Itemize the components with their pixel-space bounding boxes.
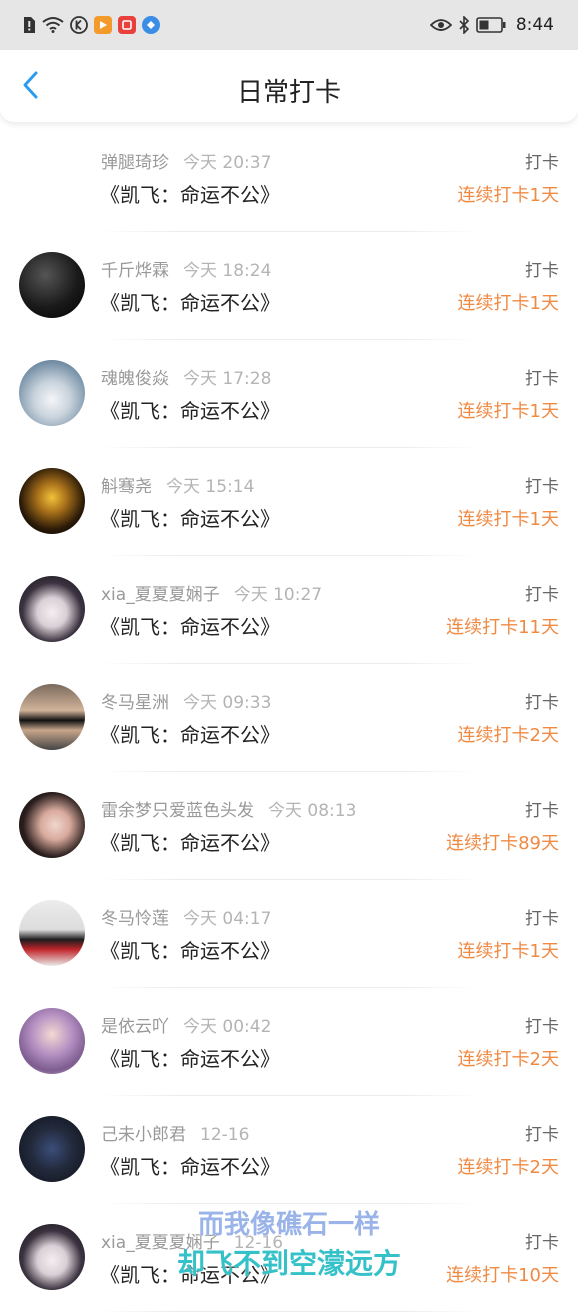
- user-meta: 弹腿琦珍 今天 20:37: [101, 148, 271, 173]
- battery-icon: [476, 17, 506, 33]
- book-title: 《凯飞：命运不公》: [100, 615, 280, 639]
- avatar[interactable]: [19, 1008, 85, 1074]
- status-right-icons: 8:44: [429, 15, 554, 35]
- checkin-label: 打卡: [525, 801, 559, 821]
- checkin-label: 打卡: [525, 1017, 559, 1037]
- checkin-time: 今天 08:13: [268, 801, 357, 821]
- list-item[interactable]: 弹腿琦珍 今天 20:37 《凯飞：命运不公》 打卡 连续打卡1天: [0, 124, 578, 232]
- avatar[interactable]: [19, 576, 85, 642]
- checkin-time: 今天 09:33: [183, 693, 272, 713]
- streak-count: 连续打卡2天: [457, 1049, 559, 1070]
- book-title: 《凯飞：命运不公》: [100, 1047, 280, 1071]
- avatar[interactable]: [19, 252, 85, 318]
- lyric-line-2: 却飞不到空濛远方: [176, 1247, 401, 1280]
- user-name[interactable]: 千斤烨霖: [101, 261, 169, 281]
- page-title: 日常打卡: [236, 78, 341, 108]
- user-name[interactable]: 弹腿琦珍: [101, 153, 169, 173]
- status-time: 8:44: [515, 15, 554, 35]
- checkin-label: 打卡: [525, 1125, 559, 1145]
- checkin-label: 打卡: [525, 261, 559, 281]
- user-meta: 冬马怜莲 今天 04:17: [101, 904, 271, 929]
- user-meta: 雷余梦只爱蓝色头发 今天 08:13: [101, 796, 356, 821]
- streak-count: 连续打卡1天: [457, 293, 559, 314]
- checkin-label: 打卡: [525, 585, 559, 605]
- book-title: 《凯飞：命运不公》: [100, 291, 280, 315]
- streak-count: 连续打卡2天: [457, 725, 559, 746]
- user-meta: xia_夏夏夏娴子 今天 10:27: [101, 580, 322, 605]
- book-title: 《凯飞：命运不公》: [100, 507, 280, 531]
- book-title: 《凯飞：命运不公》: [100, 183, 280, 207]
- user-name[interactable]: 己未小郎君: [101, 1125, 186, 1145]
- checkin-label: 打卡: [525, 477, 559, 497]
- streak-count: 连续打卡2天: [457, 1157, 559, 1178]
- book-title: 《凯飞：命运不公》: [100, 723, 280, 747]
- streak-count: 连续打卡1天: [457, 185, 559, 206]
- status-left-icons: [22, 16, 160, 34]
- lyric-line-1: 而我像礁石一样: [197, 1210, 380, 1240]
- user-name[interactable]: 魂魄俊焱: [101, 369, 169, 389]
- user-name[interactable]: 是依云吖: [101, 1017, 169, 1037]
- checkin-time: 今天 00:42: [183, 1017, 272, 1037]
- list-item[interactable]: 斛骞尧 今天 15:14 《凯飞：命运不公》 打卡 连续打卡1天: [0, 448, 578, 556]
- list-item[interactable]: 冬马怜莲 今天 04:17 《凯飞：命运不公》 打卡 连续打卡1天: [0, 880, 578, 988]
- user-meta: 是依云吖 今天 00:42: [101, 1012, 271, 1037]
- user-meta: 斛骞尧 今天 15:14: [101, 472, 254, 497]
- avatar[interactable]: [19, 468, 85, 534]
- checkin-list: 弹腿琦珍 今天 20:37 《凯飞：命运不公》 打卡 连续打卡1天 千斤烨霖 今天 …: [0, 124, 578, 1312]
- list-item[interactable]: 己未小郎君 12-16 《凯飞：命运不公》 打卡 连续打卡2天: [0, 1096, 578, 1204]
- list-item[interactable]: 千斤烨霖 今天 18:24 《凯飞：命运不公》 打卡 连续打卡1天: [0, 232, 578, 340]
- checkin-time: 12-16: [200, 1125, 250, 1145]
- user-name[interactable]: 冬马怜莲: [101, 909, 169, 929]
- streak-count: 连续打卡1天: [457, 509, 559, 530]
- list-item[interactable]: 是依云吖 今天 00:42 《凯飞：命运不公》 打卡 连续打卡2天: [0, 988, 578, 1096]
- checkin-time: 今天 17:28: [183, 369, 272, 389]
- k-app-icon: [70, 16, 88, 34]
- streak-count: 连续打卡1天: [457, 401, 559, 422]
- app-header: 日常打卡: [0, 50, 578, 122]
- book-title: 《凯飞：命运不公》: [100, 1155, 280, 1179]
- red-app-icon: [118, 16, 136, 34]
- checkin-label: 打卡: [525, 909, 559, 929]
- alert-icon: [22, 16, 36, 34]
- avatar[interactable]: [19, 1116, 85, 1182]
- bluetooth-icon: [458, 16, 470, 34]
- checkin-label: 打卡: [525, 369, 559, 389]
- checkin-time: 今天 20:37: [183, 153, 272, 173]
- list-item[interactable]: 冬马星洲 今天 09:33 《凯飞：命运不公》 打卡 连续打卡2天: [0, 664, 578, 772]
- list-item[interactable]: xia_夏夏夏娴子 今天 10:27 《凯飞：命运不公》 打卡 连续打卡11天: [0, 556, 578, 664]
- streak-count: 连续打卡89天: [446, 833, 559, 854]
- user-name[interactable]: 雷余梦只爱蓝色头发: [101, 801, 254, 821]
- checkin-time: 今天 15:14: [166, 477, 255, 497]
- user-name[interactable]: 冬马星洲: [101, 693, 169, 713]
- checkin-time: 今天 04:17: [183, 909, 272, 929]
- wifi-icon: [42, 16, 64, 34]
- user-meta: 冬马星洲 今天 09:33: [101, 688, 271, 713]
- checkin-label: 打卡: [525, 693, 559, 713]
- avatar[interactable]: [19, 684, 85, 750]
- user-meta: 己未小郎君 12-16: [101, 1120, 249, 1145]
- avatar[interactable]: [19, 360, 85, 426]
- status-bar: 8:44: [0, 0, 578, 50]
- list-item[interactable]: 魂魄俊焱 今天 17:28 《凯飞：命运不公》 打卡 连续打卡1天: [0, 340, 578, 448]
- eye-icon: [429, 18, 452, 32]
- checkin-time: 今天 18:24: [183, 261, 272, 281]
- book-title: 《凯飞：命运不公》: [100, 399, 280, 423]
- book-title: 《凯飞：命运不公》: [100, 939, 280, 963]
- video-app-icon: [94, 16, 112, 34]
- book-title: 《凯飞：命运不公》: [100, 831, 280, 855]
- blue-app-icon: [142, 16, 160, 34]
- user-meta: 千斤烨霖 今天 18:24: [101, 256, 271, 281]
- checkin-label: 打卡: [525, 153, 559, 173]
- checkin-time: 今天 10:27: [233, 585, 323, 605]
- list-item[interactable]: 雷余梦只爱蓝色头发 今天 08:13 《凯飞：命运不公》 打卡 连续打卡89天: [0, 772, 578, 880]
- user-name[interactable]: xia_夏夏夏娴子: [101, 585, 220, 605]
- avatar-placeholder[interactable]: [19, 144, 85, 210]
- streak-count: 连续打卡11天: [446, 617, 559, 638]
- user-name[interactable]: 斛骞尧: [101, 477, 152, 497]
- avatar[interactable]: [19, 900, 85, 966]
- user-meta: 魂魄俊焱 今天 17:28: [101, 364, 271, 389]
- streak-count: 连续打卡1天: [457, 941, 559, 962]
- avatar[interactable]: [19, 792, 85, 858]
